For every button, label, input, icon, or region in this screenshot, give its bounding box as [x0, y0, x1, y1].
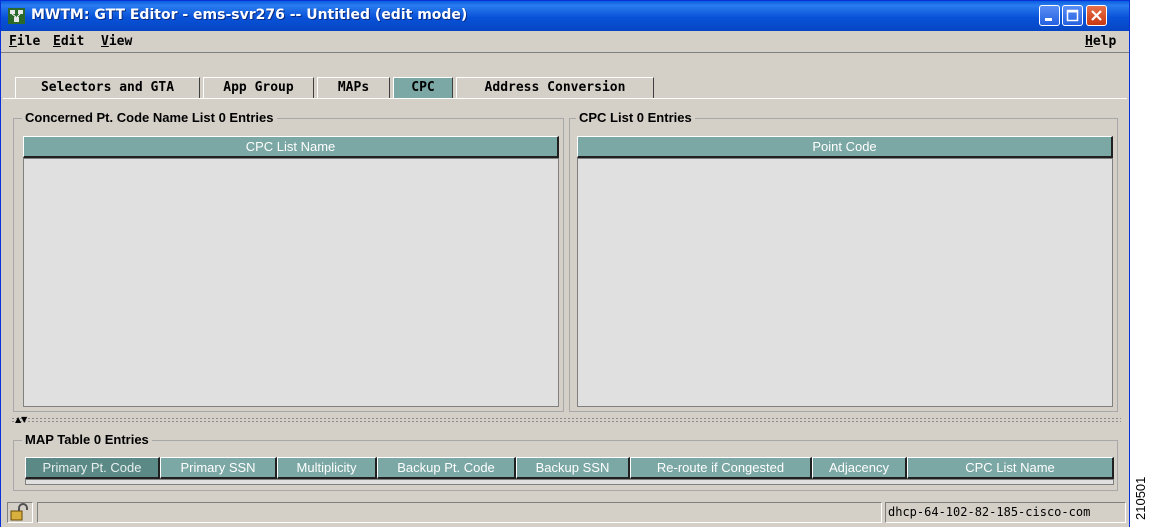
window-title: MWTM: GTT Editor - ems-svr276 -- Untitle…	[31, 7, 468, 23]
status-lock-cell[interactable]	[7, 502, 33, 523]
status-hostname: dhcp-64-102-82-185-cisco-com	[885, 502, 1126, 523]
tab-maps[interactable]: MAPs	[317, 77, 390, 99]
cpc-list[interactable]	[577, 158, 1113, 407]
menu-edit[interactable]: Edit	[53, 34, 84, 49]
concerned-pt-code-title: Concerned Pt. Code Name List 0 Entries	[22, 110, 277, 125]
app-icon	[8, 8, 25, 24]
col-primary-ssn[interactable]: Primary SSN	[160, 457, 277, 479]
figure-id-label: 210501	[1133, 476, 1148, 520]
close-button[interactable]	[1086, 5, 1107, 26]
title-bar[interactable]: MWTM: GTT Editor - ems-svr276 -- Untitle…	[1, 1, 1129, 31]
cpc-list-name-header[interactable]: CPC List Name	[23, 136, 559, 158]
tab-selectors-and-gta[interactable]: Selectors and GTA	[15, 77, 200, 99]
map-table-body[interactable]	[25, 479, 1114, 485]
minimize-button[interactable]	[1039, 5, 1060, 26]
maximize-button[interactable]	[1062, 5, 1083, 26]
col-multiplicity[interactable]: Multiplicity	[277, 457, 377, 479]
tab-address-conversion[interactable]: Address Conversion	[456, 77, 654, 99]
point-code-header[interactable]: Point Code	[577, 136, 1113, 158]
status-message	[37, 502, 882, 523]
cpc-list-title: CPC List 0 Entries	[576, 110, 695, 125]
gtt-editor-window: MWTM: GTT Editor - ems-svr276 -- Untitle…	[0, 0, 1130, 527]
splitter-arrows-icon[interactable]: ▲▼	[15, 416, 27, 424]
col-primary-pt-code[interactable]: Primary Pt. Code	[25, 457, 160, 479]
tab-app-group[interactable]: App Group	[203, 77, 314, 99]
menu-file[interactable]: File	[9, 34, 40, 49]
close-icon	[1091, 10, 1102, 21]
menu-view[interactable]: View	[101, 34, 132, 49]
menu-separator	[1, 52, 1129, 53]
split-pane-divider[interactable]	[11, 417, 1121, 423]
menu-help[interactable]: Help	[1085, 34, 1116, 49]
lock-icon	[10, 503, 28, 521]
col-backup-pt-code[interactable]: Backup Pt. Code	[377, 457, 516, 479]
menu-bar: File Edit View Help	[1, 31, 1129, 53]
col-reroute-if-congested[interactable]: Re-route if Congested	[630, 457, 812, 479]
col-cpc-list-name[interactable]: CPC List Name	[907, 457, 1114, 479]
col-backup-ssn[interactable]: Backup SSN	[516, 457, 630, 479]
tab-baseline	[3, 98, 1127, 99]
minimize-icon	[1045, 18, 1052, 21]
status-bar: dhcp-64-102-82-185-cisco-com	[1, 499, 1129, 527]
tab-cpc[interactable]: CPC	[393, 77, 453, 99]
col-adjacency[interactable]: Adjacency	[812, 457, 907, 479]
concerned-pt-code-list[interactable]	[23, 158, 559, 407]
maximize-icon	[1066, 9, 1079, 22]
map-table-title: MAP Table 0 Entries	[22, 432, 152, 447]
